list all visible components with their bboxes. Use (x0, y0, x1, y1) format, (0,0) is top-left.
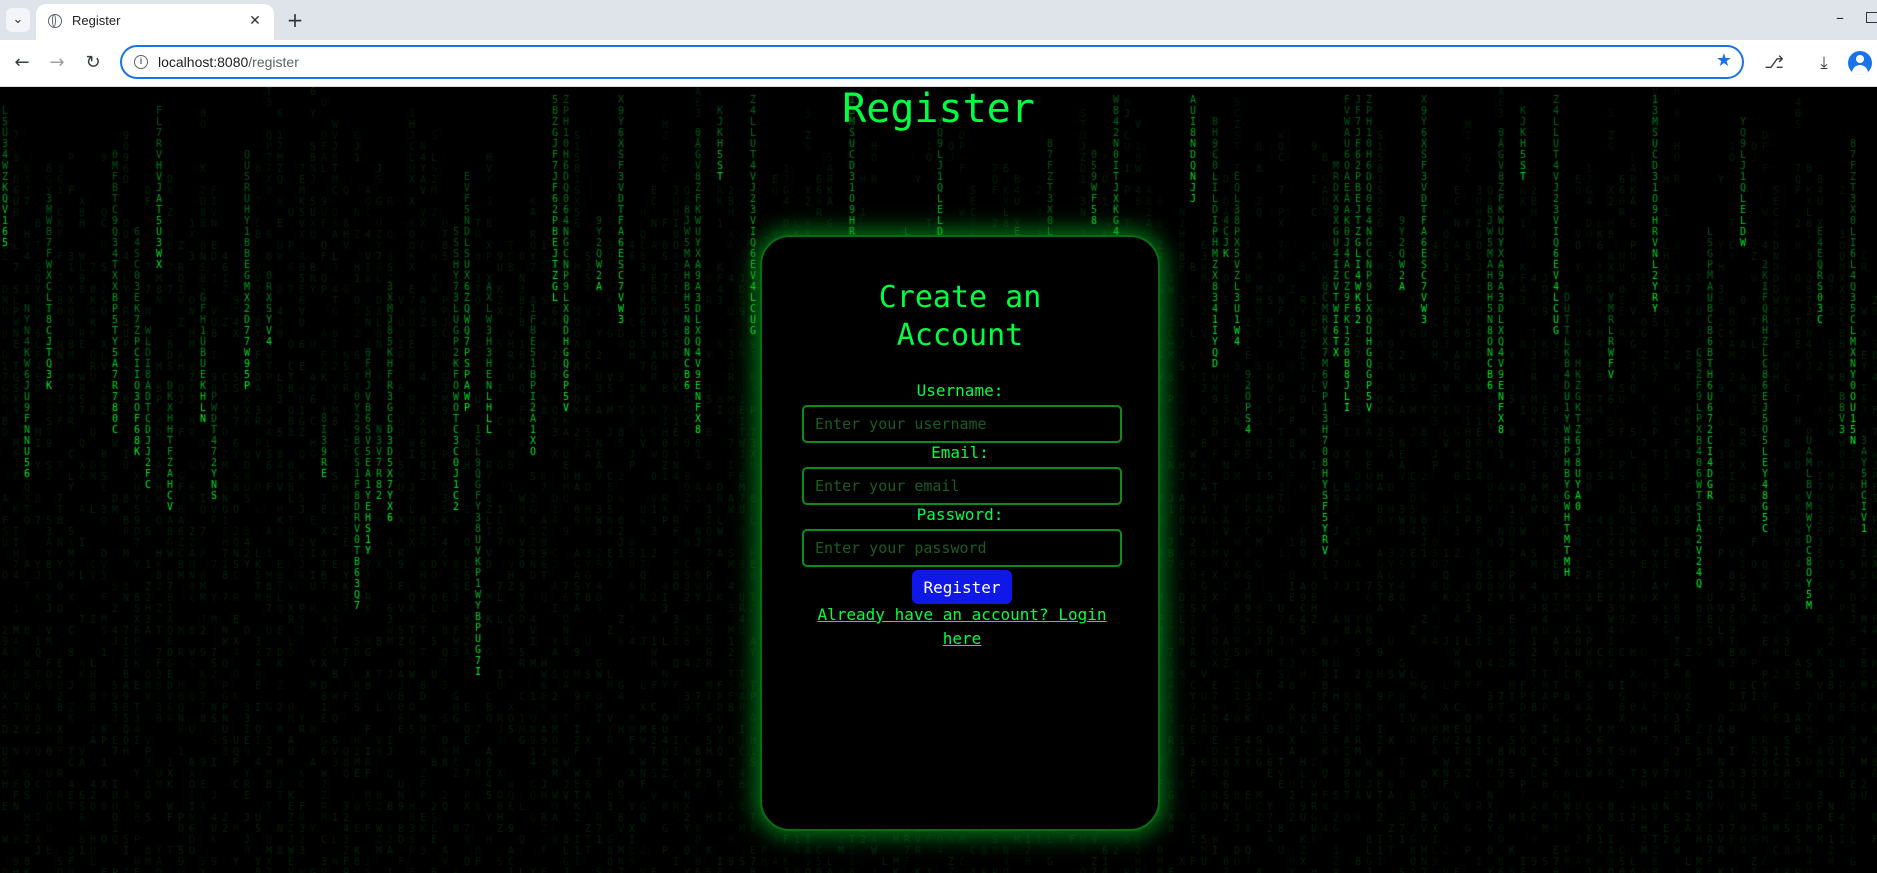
password-input[interactable] (802, 529, 1122, 567)
minimize-icon[interactable]: – (1836, 8, 1844, 27)
new-tab-plus-icon[interactable]: + (282, 8, 308, 34)
reload-icon[interactable]: ↻ (80, 50, 106, 76)
site-info-icon[interactable]: i (134, 55, 148, 69)
email-label: Email: (931, 443, 989, 462)
maximize-icon[interactable] (1866, 12, 1877, 23)
bookmark-star-icon[interactable]: ★ (1716, 50, 1732, 71)
register-card: Create an Account Username: Email: Passw… (760, 235, 1160, 831)
url-text: localhost:8080/register (158, 54, 299, 70)
globe-icon (48, 14, 62, 28)
close-icon[interactable]: ✕ (246, 12, 264, 30)
username-input[interactable] (802, 405, 1122, 443)
page-viewport: Register Create an Account Username: Ema… (0, 87, 1877, 873)
browser-tab[interactable]: Register ✕ (36, 4, 274, 40)
page-title: Register (842, 87, 1035, 132)
email-input[interactable] (802, 467, 1122, 505)
password-label: Password: (916, 505, 1004, 524)
card-title: Create an Account (878, 280, 1042, 353)
url-path: /register (248, 54, 299, 70)
tab-search-chevron-icon[interactable]: ⌄ (6, 8, 30, 32)
forward-arrow-icon[interactable]: → (44, 50, 70, 76)
profile-avatar-icon[interactable] (1848, 51, 1872, 75)
address-bar[interactable]: i localhost:8080/register ★ (120, 45, 1744, 79)
extensions-puzzle-icon[interactable]: ⎇ (1762, 51, 1786, 75)
login-link[interactable]: Already have an account? Login here (812, 603, 1112, 651)
register-button[interactable]: Register (912, 570, 1012, 604)
tab-title: Register (72, 13, 121, 28)
tab-strip: ⌄ Register ✕ + – (0, 0, 1877, 40)
url-host: localhost:8080 (158, 54, 249, 70)
username-label: Username: (916, 381, 1004, 400)
back-arrow-icon[interactable]: ← (9, 50, 35, 76)
download-icon[interactable]: ⤓ (1812, 51, 1836, 75)
browser-toolbar: ← → ↻ i localhost:8080/register ★ ⎇ ⤓ (0, 40, 1877, 87)
